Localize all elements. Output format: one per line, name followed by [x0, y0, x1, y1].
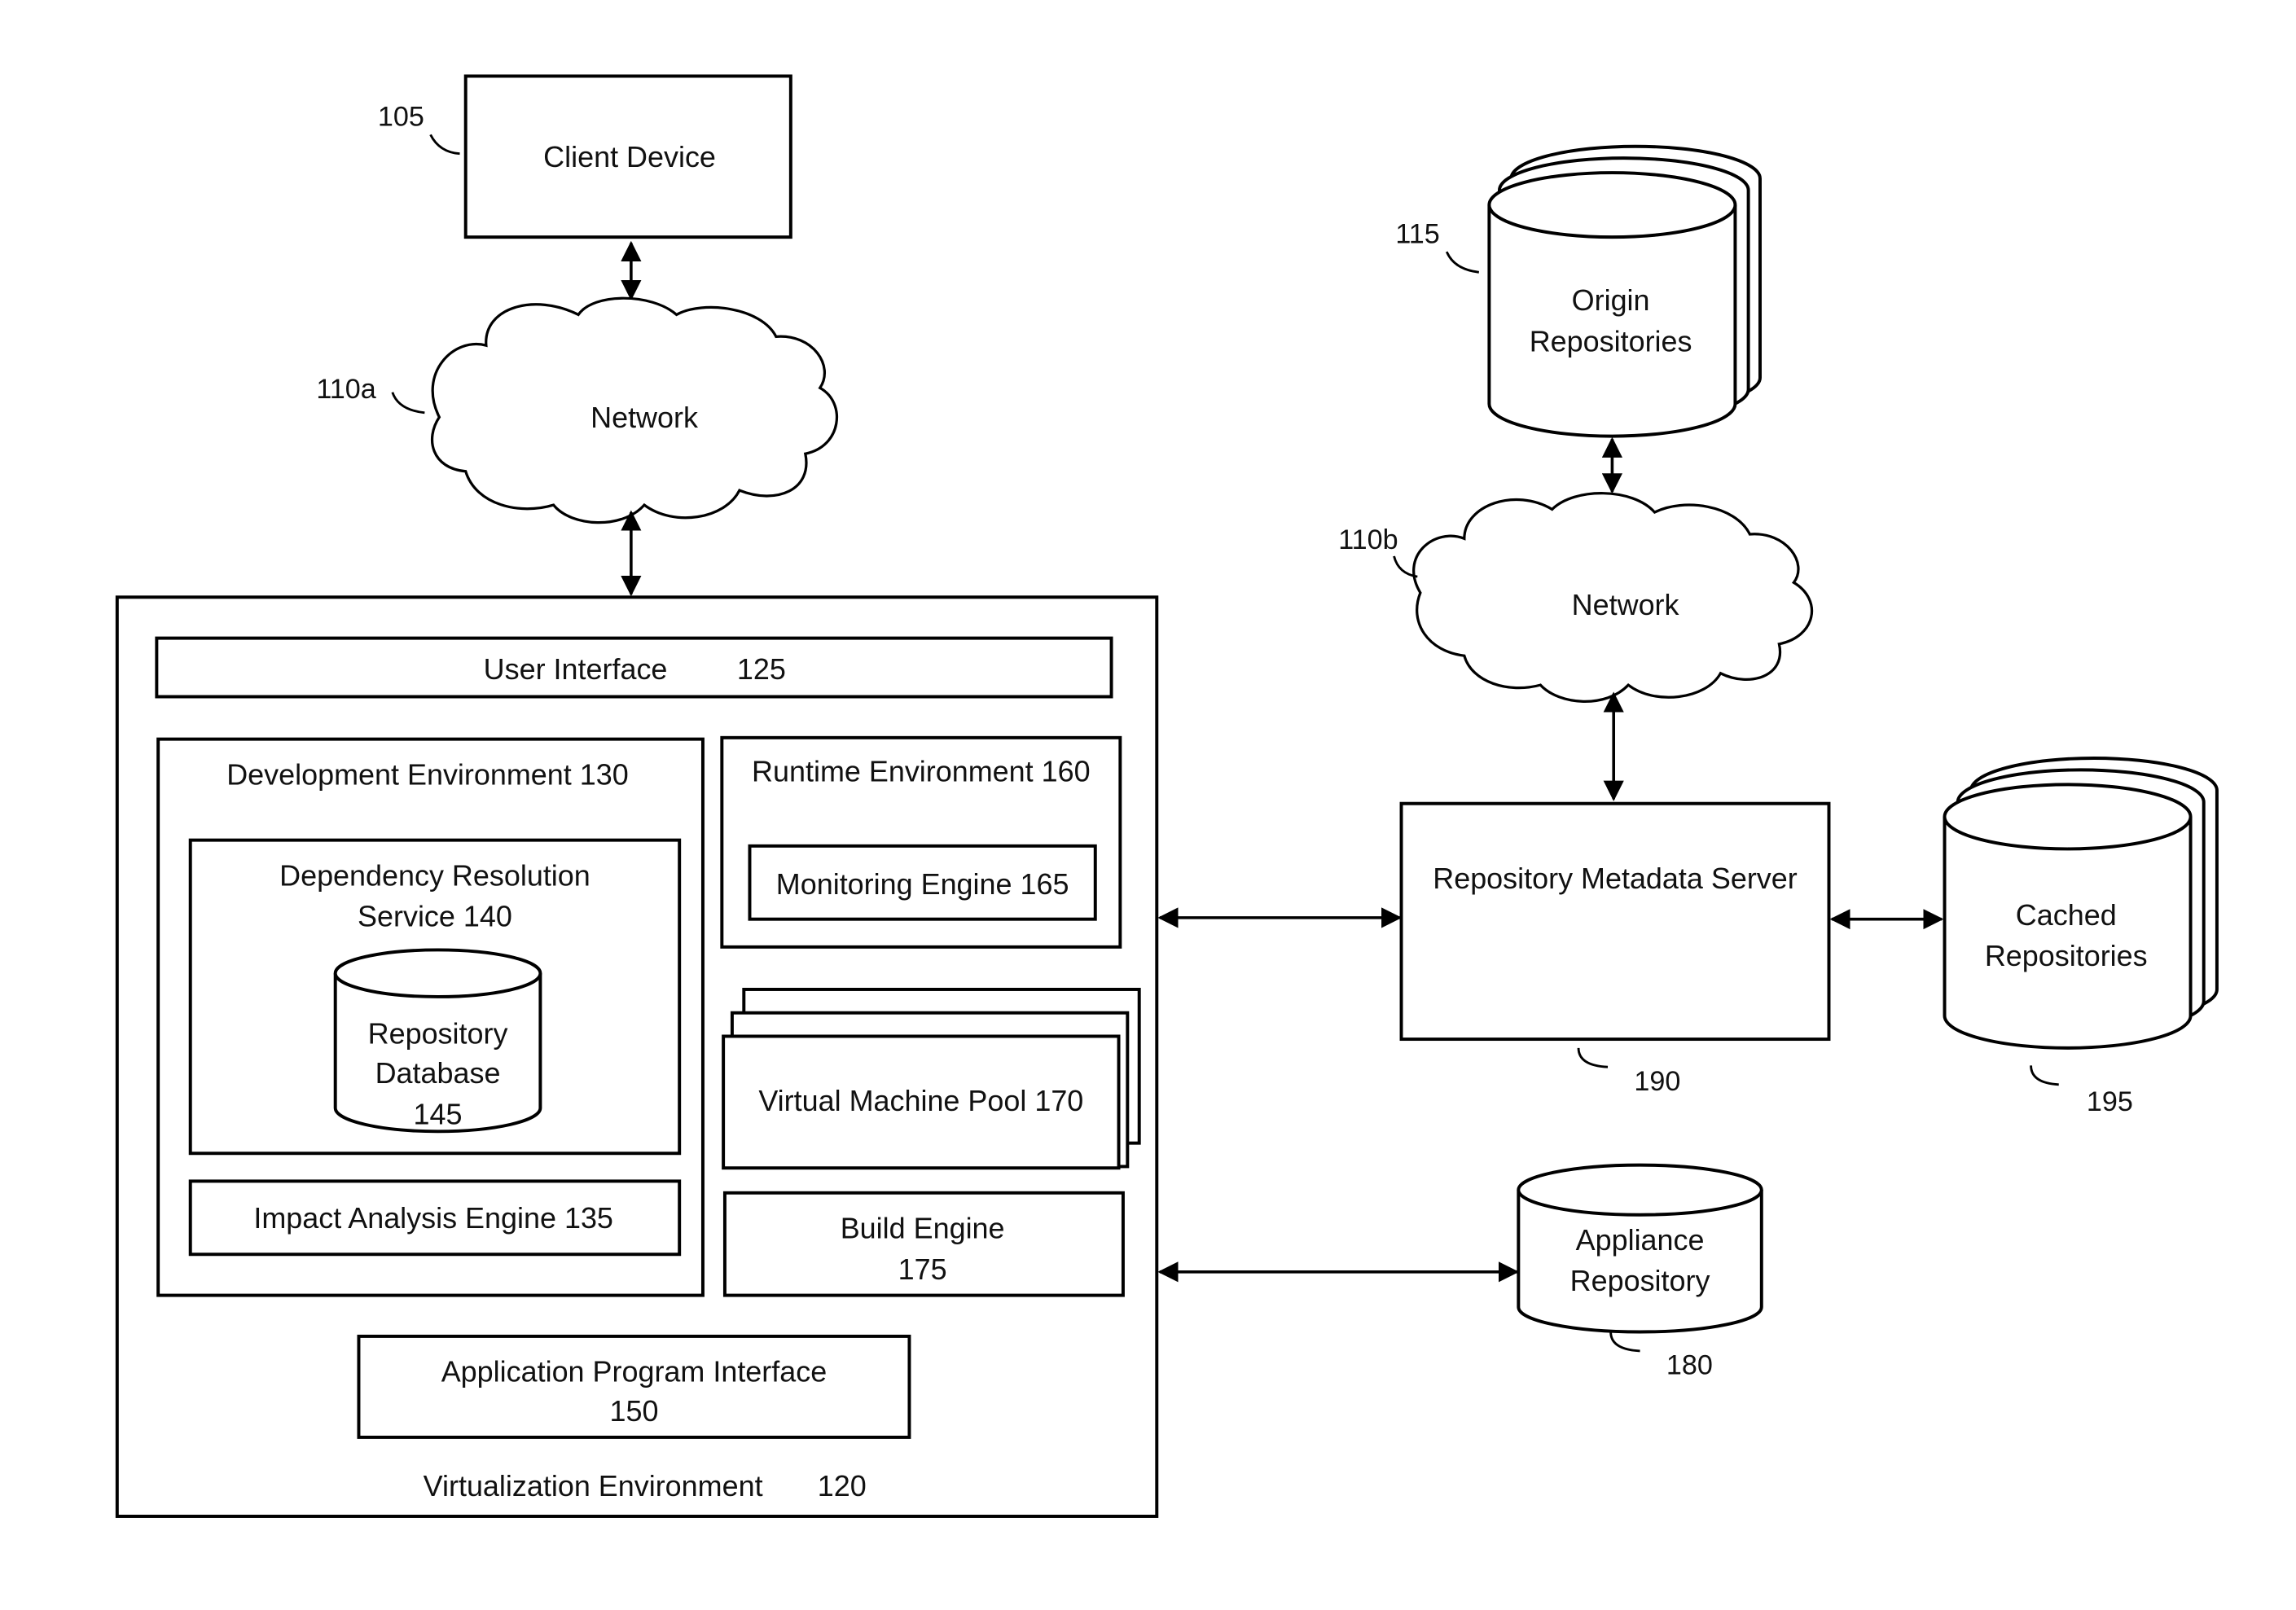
build-engine-line2: 175 — [898, 1252, 947, 1286]
monitoring-engine-label: Monitoring Engine 165 — [776, 867, 1069, 901]
network-a-leader — [391, 392, 425, 415]
appliance-repository-line1: Appliance — [1576, 1223, 1705, 1257]
origin-repositories-line1: Origin — [1572, 283, 1650, 317]
network-b-node: Network 110b — [1338, 492, 1814, 703]
origin-repositories-leader — [1445, 251, 1479, 274]
build-engine-line1: Build Engine — [841, 1211, 1005, 1244]
repository-metadata-server-box — [1399, 801, 1831, 1042]
appliance-repository-line2: Repository — [1570, 1264, 1710, 1297]
repository-metadata-server-ref: 190 — [1634, 1066, 1680, 1097]
network-a-ref: 110a — [316, 374, 375, 405]
repository-metadata-server-label: Repository Metadata Server — [1433, 862, 1798, 895]
virtualization-environment: Virtualization Environment 120 User Inte… — [115, 595, 1159, 1518]
client-device-leader — [429, 134, 460, 156]
repository-metadata-server-node: Repository Metadata Server 190 — [1399, 801, 1831, 1097]
repository-database-line1: Repository — [368, 1016, 508, 1050]
cached-repositories-leader — [2030, 1065, 2059, 1086]
runtime-environment-label: Runtime Environment 160 — [752, 755, 1091, 788]
cached-repositories-line2: Repositories — [1985, 939, 2148, 972]
repository-metadata-server-leader — [1577, 1047, 1609, 1068]
appliance-repository-node: Appliance Repository 180 — [1517, 1163, 1763, 1381]
repository-database-line2: Database — [375, 1056, 501, 1090]
client-device-ref: 105 — [378, 102, 424, 133]
system-architecture-diagram: Client Device 105 Network 110a Virtualiz… — [115, 74, 2219, 1518]
appliance-repository-ref: 180 — [1666, 1350, 1713, 1381]
origin-repositories-line2: Repositories — [1530, 324, 1692, 358]
development-environment-label: Development Environment 130 — [226, 757, 628, 791]
network-b-ref: 110b — [1338, 524, 1398, 555]
virtualization-environment-ref: 120 — [818, 1469, 867, 1503]
cached-repositories-ref: 195 — [2087, 1086, 2133, 1117]
impact-analysis-engine-label: Impact Analysis Engine 135 — [253, 1201, 613, 1235]
user-interface-label: User Interface — [484, 652, 668, 686]
dependency-resolution-line2: Service 140 — [358, 900, 512, 933]
network-a-label: Network — [590, 401, 699, 434]
api-line1: Application Program Interface — [441, 1355, 827, 1388]
virtual-machine-pool-label: Virtual Machine Pool 170 — [758, 1084, 1083, 1117]
client-device-node: Client Device 105 — [378, 74, 792, 239]
client-device-label: Client Device — [543, 140, 716, 173]
cached-repositories-line1: Cached — [2016, 898, 2117, 932]
user-interface-ref: 125 — [737, 652, 786, 686]
repository-database-line3: 145 — [414, 1097, 463, 1130]
cached-repositories-node: Cached Repositories 195 — [1943, 757, 2219, 1117]
origin-repositories-node: Origin Repositories 115 — [1395, 144, 1762, 438]
origin-repositories-ref: 115 — [1395, 218, 1439, 249]
appliance-repository-leader — [1609, 1331, 1640, 1353]
api-line2: 150 — [609, 1394, 658, 1428]
network-a-node: Network 110a — [316, 296, 839, 524]
dependency-resolution-line1: Dependency Resolution — [279, 858, 590, 892]
network-b-label: Network — [1572, 588, 1680, 621]
virtualization-environment-label: Virtualization Environment — [424, 1469, 763, 1503]
